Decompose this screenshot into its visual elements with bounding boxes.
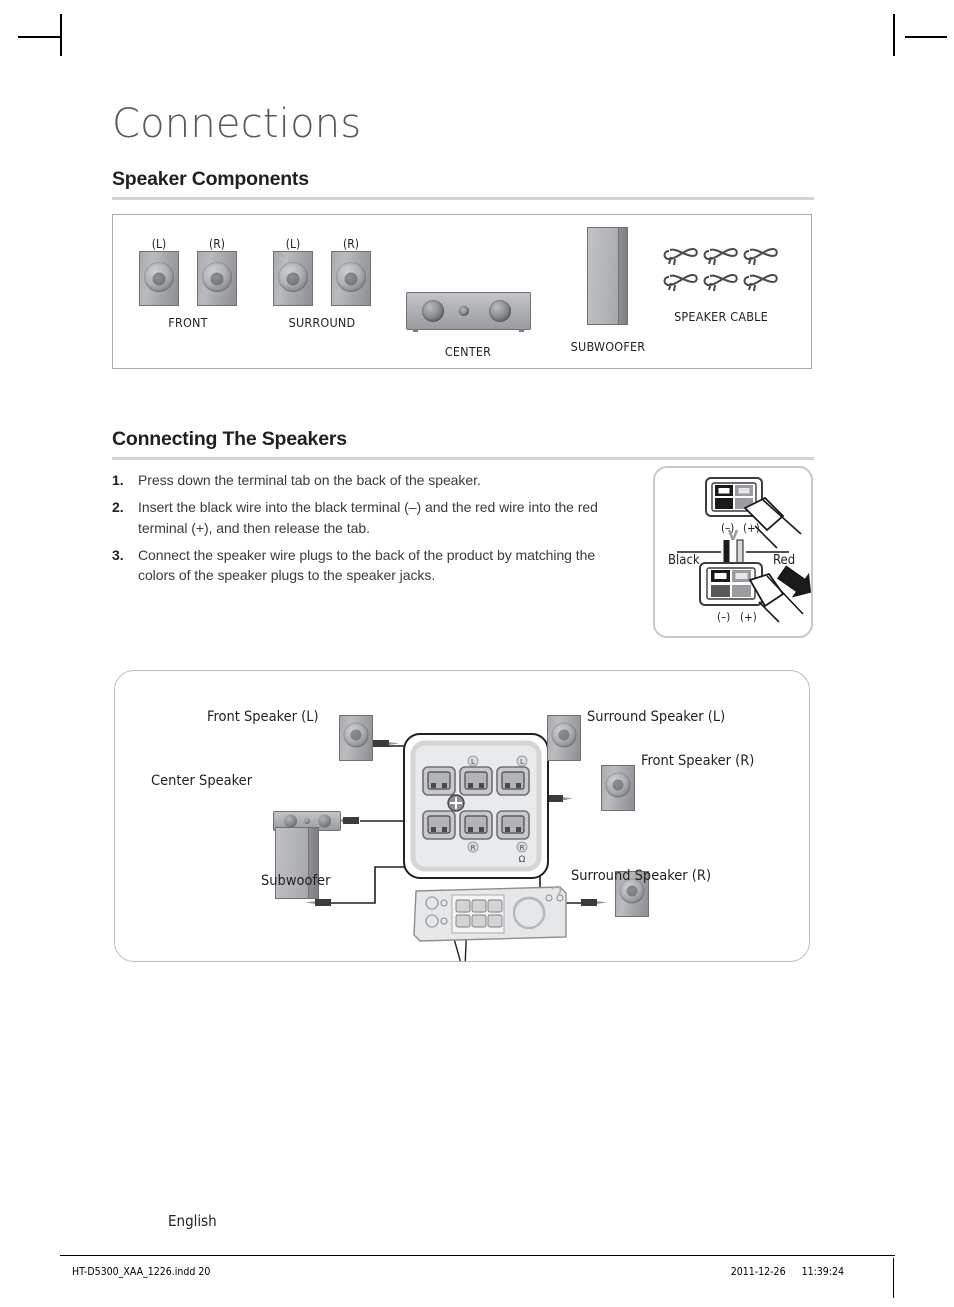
terminal-top-minus-label: (–): [721, 521, 735, 535]
speaker-wire-pair: [723, 529, 744, 567]
step-text: Insert the black wire into the black ter…: [138, 499, 598, 536]
component-center: CENTER: [398, 237, 538, 359]
svg-text:L: L: [520, 758, 524, 766]
speaker-cable-icon: [663, 247, 698, 266]
instruction-steps-list: 1. Press down the terminal tab on the ba…: [112, 470, 632, 592]
front-left-channel-label: (L): [151, 237, 167, 251]
step-number: 1.: [112, 472, 124, 488]
speaker-jack-panel: L L R R Ω: [403, 733, 549, 879]
footer-divider: [60, 1255, 895, 1256]
terminal-detail-illustration: [677, 477, 812, 623]
svg-text:R: R: [471, 844, 476, 852]
terminal-bottom-plus-label: (+): [740, 610, 757, 624]
label-subwoofer: Subwoofer: [261, 873, 331, 889]
crop-mark-top-left-vertical: [60, 14, 62, 56]
front-left-speaker-icon: [139, 251, 179, 306]
component-label-speaker-cable: SPEAKER CABLE: [674, 309, 768, 324]
component-label-surround: SURROUND: [288, 315, 356, 330]
component-label-front: FRONT: [168, 315, 208, 330]
front-right-channel-label: (R): [209, 237, 225, 251]
step-text: Connect the speaker wire plugs to the ba…: [138, 546, 596, 584]
list-item: 1. Press down the terminal tab on the ba…: [112, 470, 632, 490]
label-center-speaker: Center Speaker: [151, 773, 253, 789]
main-unit-rear-illustration: [413, 885, 567, 942]
section-connecting-the-speakers: Connecting The Speakers: [112, 428, 814, 460]
speaker-cable-bundle: [663, 243, 779, 293]
step-number: 2.: [112, 499, 124, 516]
speaker-components-panel: (L) (R) FRONT (L) (R) SURROUND CENTER SU…: [112, 214, 812, 369]
speaker-cable-icon: [663, 273, 698, 292]
front-right-speaker-graphic: [601, 765, 635, 811]
surround-left-speaker-icon: [273, 251, 313, 306]
section-divider: [112, 457, 814, 460]
component-front: (L) (R) FRONT: [139, 237, 237, 330]
jack-row-top: [422, 766, 530, 796]
footer-timestamp: 2011-12-26 11:39:24: [715, 1266, 844, 1278]
section-title: Speaker Components: [112, 168, 309, 190]
speaker-connection-diagram: L L R R Ω Front Speaker (L) Surround Spe…: [114, 670, 810, 962]
speaker-cable-icon: [703, 247, 738, 266]
section-divider: [112, 197, 814, 200]
front-left-speaker-graphic: [339, 715, 373, 761]
svg-text:Ω: Ω: [519, 855, 526, 865]
terminal-bottom-minus-label: (–): [717, 610, 731, 624]
footer-date-value: 2011-12-26: [730, 1266, 786, 1278]
page-title: Connections: [112, 101, 362, 147]
component-label-subwoofer: SUBWOOFER: [570, 339, 646, 354]
label-front-speaker-right: Front Speaker (R): [641, 753, 755, 769]
speaker-cable-icon: [703, 273, 738, 292]
surround-right-channel-label: (R): [343, 237, 359, 251]
subwoofer-icon: [587, 227, 629, 325]
red-wire-label: Red: [773, 553, 796, 568]
speaker-cable-icon: [743, 273, 778, 292]
surround-left-speaker-graphic: [547, 715, 581, 761]
speaker-terminal-detail-panel: (–) (+) (–) (+) Black Red: [653, 466, 813, 638]
section-speaker-components: Speaker Components: [112, 168, 814, 200]
section-title: Connecting The Speakers: [112, 428, 347, 450]
front-right-speaker-icon: [197, 251, 237, 306]
component-label-center: CENTER: [444, 344, 492, 359]
list-item: 3. Connect the speaker wire plugs to the…: [112, 545, 632, 586]
svg-text:R: R: [520, 844, 525, 852]
surround-left-channel-label: (L): [285, 237, 301, 251]
label-surround-speaker-left: Surround Speaker (L): [587, 709, 726, 725]
step-text: Press down the terminal tab on the back …: [138, 472, 481, 488]
jack-row-bottom: [422, 810, 530, 840]
speaker-cable-icon: [743, 247, 778, 266]
footer-crop-tick: [893, 1258, 894, 1298]
label-surround-speaker-right: Surround Speaker (R): [571, 868, 712, 884]
center-speaker-icon: [405, 292, 531, 332]
component-surround: (L) (R) SURROUND: [273, 237, 371, 330]
list-item: 2. Insert the black wire into the black …: [112, 497, 632, 538]
step-number: 3.: [112, 546, 124, 563]
crop-mark-top-right-vertical: [893, 14, 895, 56]
footer-time-value: 11:39:24: [801, 1266, 844, 1278]
component-speaker-cable: SPEAKER CABLE: [641, 243, 801, 324]
center-jack-badge: [447, 794, 465, 812]
terminal-top-plus-label: (+): [743, 521, 760, 535]
surround-right-speaker-icon: [331, 251, 371, 306]
crop-mark-top-left-horizontal: [18, 36, 60, 38]
manual-page: Connections Speaker Components (L) (R) F…: [0, 0, 954, 1307]
language-label: English: [168, 1212, 217, 1230]
crop-mark-top-right-horizontal: [905, 36, 947, 38]
footer-filename: HT-D5300_XAA_1226.indd 20: [72, 1266, 211, 1278]
label-front-speaker-left: Front Speaker (L): [207, 709, 319, 725]
svg-text:L: L: [471, 758, 475, 766]
black-wire-label: Black: [668, 553, 700, 568]
